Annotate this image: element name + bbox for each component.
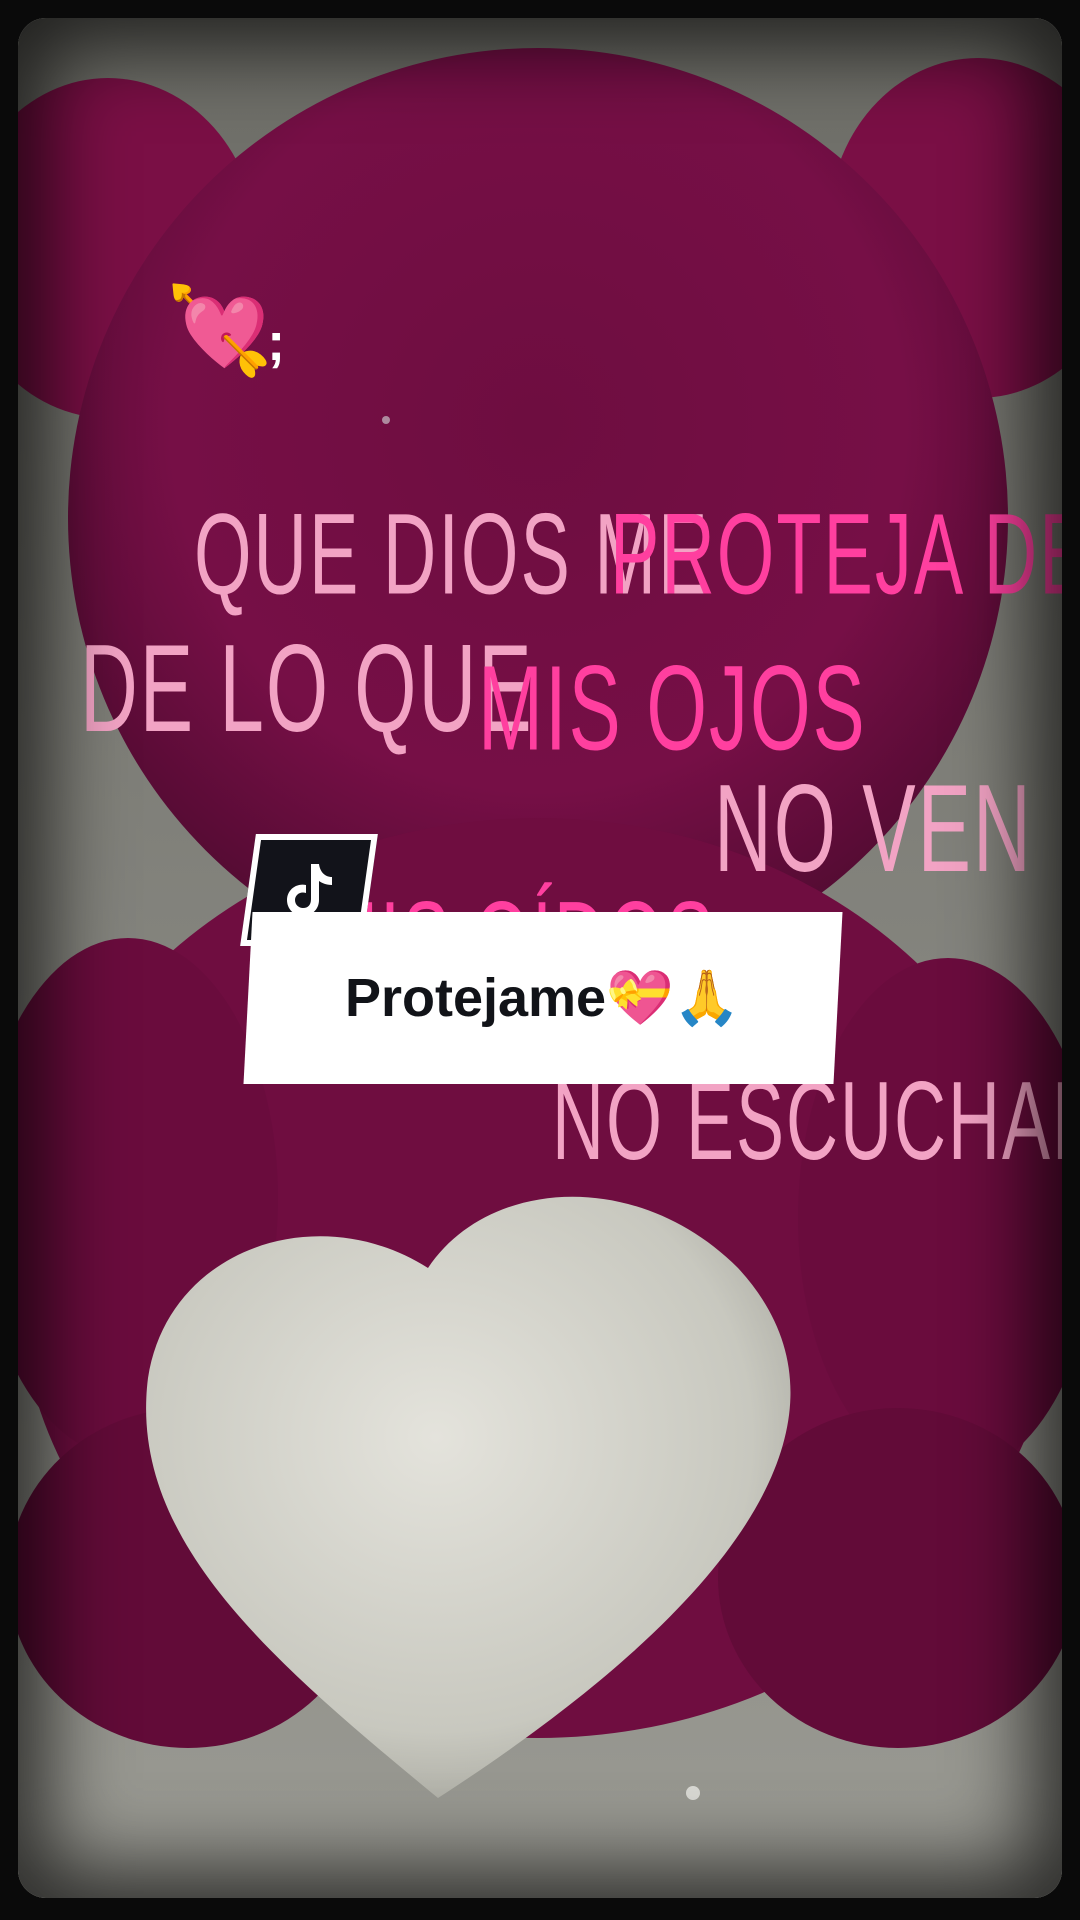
lyric-line-2a: DE LO QUE xyxy=(80,619,534,758)
caption-text: Protejame💝🙏 xyxy=(345,967,741,1028)
video-frame: 💘; QUE DIOS ME PROTEJA DE DE LO QUE MIS … xyxy=(0,0,1080,1920)
tiktok-icon xyxy=(287,864,332,916)
arrow-heart-sticker: 💘; xyxy=(166,288,285,374)
arrow-heart-icon: 💘 xyxy=(166,281,274,381)
lyric-line-3: NO VEN xyxy=(714,759,1033,898)
caption-box: Protejame💝🙏 xyxy=(243,912,843,1084)
sticker-semicolon: ; xyxy=(267,312,286,372)
lyric-line-1b: PROTEJA DE xyxy=(610,489,1062,619)
